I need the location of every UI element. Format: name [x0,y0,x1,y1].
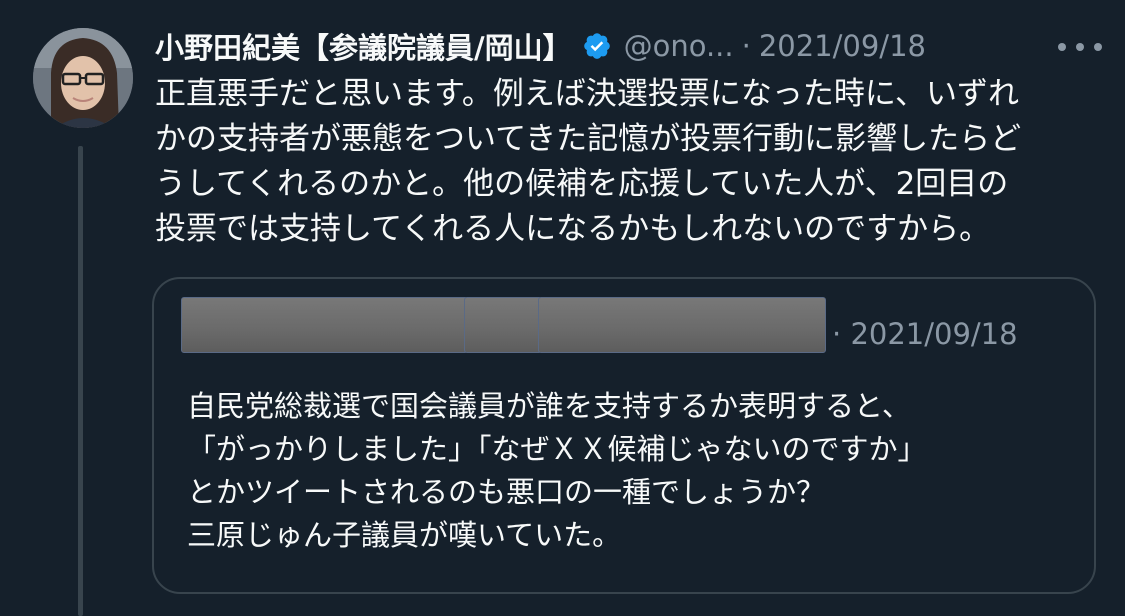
quoted-text-line: 「がっかりしました」「なぜＸＸ候補じゃないのですか」 [187,432,927,466]
more-dot [1094,43,1102,51]
more-dot [1076,43,1084,51]
quoted-text-line: とかツイートされるのも悪口の一種でしょうか？ [187,475,826,509]
quoted-tweet-card[interactable]: · 2021/09/18 自民党総裁選で国会議員が誰を支持するか表明すると、 「… [152,277,1096,594]
author-handle[interactable]: @ono... [624,29,734,63]
tweet-date[interactable]: 2021/09/18 [759,29,926,63]
tweet-body: 正直悪手だと思います。例えば決選投票になった時に、いずれ かの支持者が悪態をつい… [155,72,1115,252]
more-dot [1058,43,1066,51]
redacted-handle [538,297,826,353]
quoted-tweet-date[interactable]: · 2021/09/18 [832,317,1018,351]
redacted-author-name [181,297,468,353]
verified-badge-icon [583,33,610,59]
tweet-text-line: 投票では支持してくれる人になるかもしれないのですから。 [155,211,991,247]
thread-line [78,146,83,616]
author-avatar[interactable] [33,28,133,128]
tweet-header: 小野田紀美【参議院議員/岡山】 @ono... · 2021/09/18 [155,24,1105,68]
quoted-tweet-body: 自民党総裁選で国会議員が誰を支持するか表明すると、 「がっかりしました」「なぜＸ… [187,385,1087,557]
quoted-text-line: 自民党総裁選で国会議員が誰を支持するか表明すると、 [187,389,911,423]
tweet-text-line: うしてくれるのかと。他の候補を応援していた人が、2回目の [155,166,1009,202]
more-options-icon[interactable] [1058,32,1102,62]
quoted-text-line: 三原じゅん子議員が嘆いていた。 [187,518,622,552]
quoted-separator: · [832,317,842,351]
tweet-text-line: 正直悪手だと思います。例えば決選投票になった時に、いずれ [155,76,1019,112]
redacted-badge [464,297,542,353]
header-separator: · [741,29,751,63]
tweet-text-line: かの支持者が悪態をついてきた記憶が投票行動に影響したらど [155,121,1022,157]
quoted-date-text: 2021/09/18 [850,317,1018,351]
author-name[interactable]: 小野田紀美【参議院議員/岡山】 [155,25,572,67]
avatar-photo [33,28,133,128]
